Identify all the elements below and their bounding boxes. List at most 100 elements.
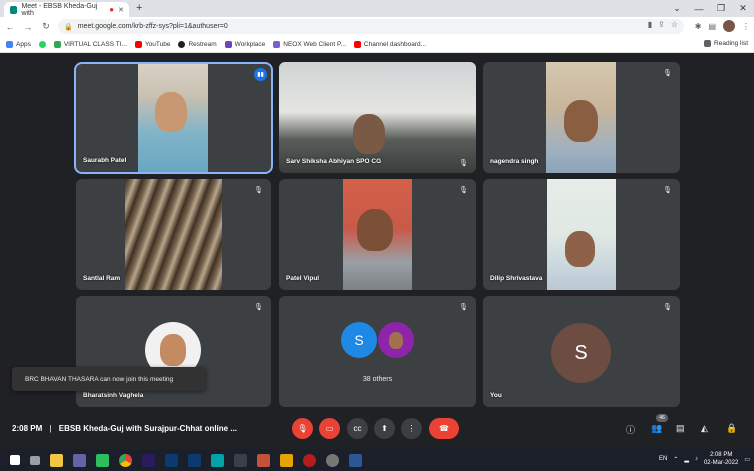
teams-icon[interactable]	[73, 453, 86, 467]
participant-face	[564, 100, 598, 142]
restream-icon	[178, 40, 186, 48]
activities-icon[interactable]: ◭	[701, 423, 708, 434]
captions-icon: cc	[353, 424, 362, 433]
chrome-icon[interactable]	[119, 453, 132, 467]
participant-tile[interactable]: 🎙 Santlal Ram	[76, 179, 271, 290]
photoshop-icon[interactable]	[188, 453, 201, 467]
participant-face	[357, 209, 393, 251]
maximize-button[interactable]: ❐	[710, 0, 732, 17]
app-icon[interactable]	[234, 453, 247, 467]
extensions-icon[interactable]: ✱	[695, 22, 702, 31]
camera-indicator-icon[interactable]: ▮	[648, 20, 652, 29]
present-button[interactable]: ⬆	[374, 418, 395, 439]
notification-icon[interactable]: ▭	[744, 456, 750, 463]
meeting-details-icon[interactable]: ⓘ	[626, 423, 635, 436]
premiere-icon[interactable]	[142, 453, 155, 467]
self-tile[interactable]: S 🎙 You	[483, 296, 680, 407]
recording-dot-icon: ●	[109, 5, 115, 14]
mic-muted-icon: 🎙	[459, 304, 468, 311]
participant-name: Saurabh Patel	[83, 157, 127, 164]
present-icon: ⬆	[381, 424, 388, 433]
file-explorer-icon[interactable]	[50, 453, 63, 467]
evernote-icon[interactable]	[96, 453, 109, 467]
close-tab-icon[interactable]: ✕	[118, 6, 124, 14]
bookmark-restream[interactable]: Restream	[178, 40, 217, 48]
mic-toggle-button[interactable]: 🎙	[292, 418, 313, 439]
clock-date: 02-Mar-2022	[703, 460, 739, 466]
app-icon[interactable]	[257, 453, 270, 467]
app-icon[interactable]	[280, 453, 293, 467]
browser-tab-strip: Meet - EBSB Kheda-Guj with ● ✕ + ⌄ — ❐ ✕	[0, 0, 754, 17]
participant-name: Dilip Shrivastava	[490, 275, 543, 282]
mic-muted-icon: 🎙	[663, 70, 672, 77]
share-icon[interactable]: ⇪	[658, 20, 665, 29]
minimize-button[interactable]: —	[688, 0, 710, 17]
more-options-button[interactable]: ⋮	[401, 418, 422, 439]
windows-taskbar: EN ⌃ ▂ ♪ 2:08 PM 02-Mar-2022 ▭	[0, 449, 754, 471]
participant-tile[interactable]: 🎙 Dilip Shrivastava	[483, 179, 680, 290]
volume-icon[interactable]: ♪	[695, 456, 698, 462]
participant-tile[interactable]: 🎙 nagendra singh	[483, 62, 680, 173]
participant-tile[interactable]: 🎙 Patel Vipul	[279, 179, 476, 290]
profile-avatar[interactable]	[723, 20, 735, 32]
tray-chevron-icon[interactable]: ⌃	[673, 456, 678, 463]
new-tab-button[interactable]: +	[136, 2, 142, 14]
reading-list-button[interactable]: Reading list	[704, 40, 748, 47]
meet-control-bar: 2:08 PM | EBSB Kheda-Guj with Surajpur-C…	[0, 410, 754, 448]
participant-name: Patel Vipul	[286, 275, 320, 282]
host-controls-icon[interactable]: 🔒	[726, 423, 737, 434]
bookmark-virtual-class[interactable]: VIRTUAL CLASS TI...	[53, 40, 127, 48]
sidebar-icon[interactable]: ▤	[708, 22, 716, 31]
bookmark-channel-dashboard[interactable]: Channel dashboard...	[353, 40, 426, 48]
mic-muted-icon: 🎙	[254, 304, 263, 311]
mic-muted-icon: 🎙	[663, 304, 672, 311]
participant-video	[343, 179, 412, 290]
windows-start-icon[interactable]	[10, 455, 20, 465]
window-controls: ⌄ — ❐ ✕	[666, 0, 754, 17]
participant-name: You	[490, 392, 502, 399]
chrome-menu-icon[interactable]: ⋮	[742, 22, 750, 31]
app-icon[interactable]	[211, 453, 224, 467]
participant-face	[155, 92, 187, 132]
close-window-button[interactable]: ✕	[732, 0, 754, 17]
participant-video	[279, 62, 476, 173]
participant-tile[interactable]: 🎙 Sarv Shiksha Abhiyan SPO CG	[279, 62, 476, 173]
network-icon[interactable]: ▂	[684, 456, 689, 463]
taskbar-clock[interactable]: 2:08 PM 02-Mar-2022	[704, 451, 738, 467]
others-avatar-photo	[378, 322, 414, 358]
bookmark-workplace[interactable]: Workplace	[224, 40, 265, 48]
participant-name: Sarv Shiksha Abhiyan SPO CG	[286, 158, 382, 165]
photoshop-icon[interactable]	[165, 453, 178, 467]
camera-toggle-button[interactable]: ▭	[319, 418, 340, 439]
lock-icon[interactable]: 🔒	[64, 23, 73, 31]
reload-button[interactable]: ↻	[38, 21, 54, 32]
address-bar[interactable]: 🔒 meet.google.com/krb-zffz-sys?pli=1&aut…	[58, 19, 684, 34]
tab-search-icon[interactable]: ⌄	[666, 0, 688, 17]
back-button[interactable]: ←	[2, 22, 18, 32]
meeting-time: 2:08 PM	[12, 424, 43, 433]
participant-face	[160, 334, 186, 366]
app-icon[interactable]	[326, 453, 339, 467]
forward-button[interactable]: →	[20, 22, 36, 32]
task-view-icon[interactable]	[30, 455, 40, 465]
bookmark-youtube[interactable]: YouTube	[134, 40, 170, 48]
captions-button[interactable]: cc	[347, 418, 368, 439]
meet-favicon-icon	[10, 5, 18, 14]
mic-off-icon: 🎙	[297, 424, 308, 433]
bookmark-apps[interactable]: Apps	[6, 40, 31, 48]
people-icon[interactable]: 👥	[651, 423, 662, 434]
youtube-icon	[353, 40, 361, 48]
leave-call-button[interactable]: ☎	[429, 418, 459, 439]
language-indicator[interactable]: EN	[659, 456, 667, 462]
bookmark-neox[interactable]: NEOX Web Client P...	[273, 40, 346, 48]
app-icon[interactable]	[303, 453, 316, 467]
participant-tile[interactable]: ▮▮ Saurabh Patel	[74, 62, 273, 174]
participant-name: Santlal Ram	[83, 275, 121, 282]
bookmark-whatsapp[interactable]	[38, 40, 46, 48]
others-tile[interactable]: S 🎙 38 others	[279, 296, 476, 407]
word-icon[interactable]	[349, 453, 362, 467]
speaking-indicator-icon: ▮▮	[254, 68, 267, 81]
browser-tab[interactable]: Meet - EBSB Kheda-Guj with ● ✕	[4, 2, 129, 17]
bookmark-star-icon[interactable]: ☆	[671, 20, 678, 29]
chat-icon[interactable]: ▤	[676, 423, 685, 434]
